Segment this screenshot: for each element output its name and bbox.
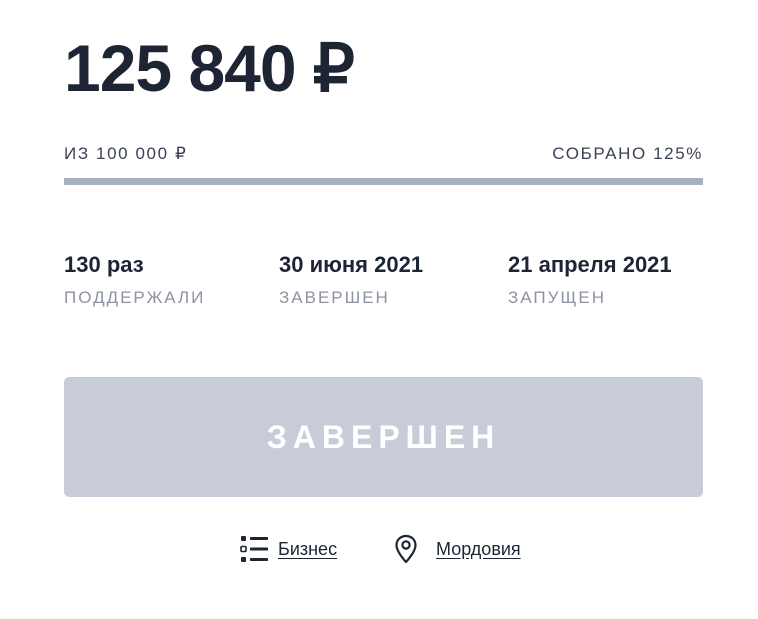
location-pin-icon [394, 534, 424, 564]
stat-supporters-value: 130 раз [64, 252, 144, 277]
stat-finished: 30 июня 2021 ЗАВЕРШЕН [279, 252, 423, 308]
progress-bar-fill [64, 178, 703, 185]
stat-finished-label: ЗАВЕРШЕН [279, 288, 390, 307]
progress-bar [64, 178, 703, 185]
category-link[interactable]: Бизнес [240, 533, 337, 565]
region-link[interactable]: Мордовия [394, 533, 521, 565]
collected-percent: СОБРАНО 125% [552, 144, 703, 163]
status-button[interactable]: ЗАВЕРШЕН [64, 377, 703, 497]
stat-supporters-label: ПОДДЕРЖАЛИ [64, 288, 206, 307]
goal-amount: ИЗ 100 000 ₽ [64, 144, 188, 163]
stat-launched-value: 21 апреля 2021 [508, 252, 672, 277]
stat-supporters: 130 раз ПОДДЕРЖАЛИ [64, 252, 205, 308]
goal-row: ИЗ 100 000 ₽ СОБРАНО 125% [64, 144, 703, 164]
list-icon [240, 534, 270, 564]
stat-launched: 21 апреля 2021 ЗАПУЩЕН [508, 252, 672, 308]
stat-finished-value: 30 июня 2021 [279, 252, 424, 277]
category-label: Бизнес [278, 538, 338, 559]
raised-amount: 125 840 ₽ [64, 31, 355, 105]
region-label: Мордовия [436, 538, 521, 559]
stat-launched-label: ЗАПУЩЕН [508, 288, 606, 307]
